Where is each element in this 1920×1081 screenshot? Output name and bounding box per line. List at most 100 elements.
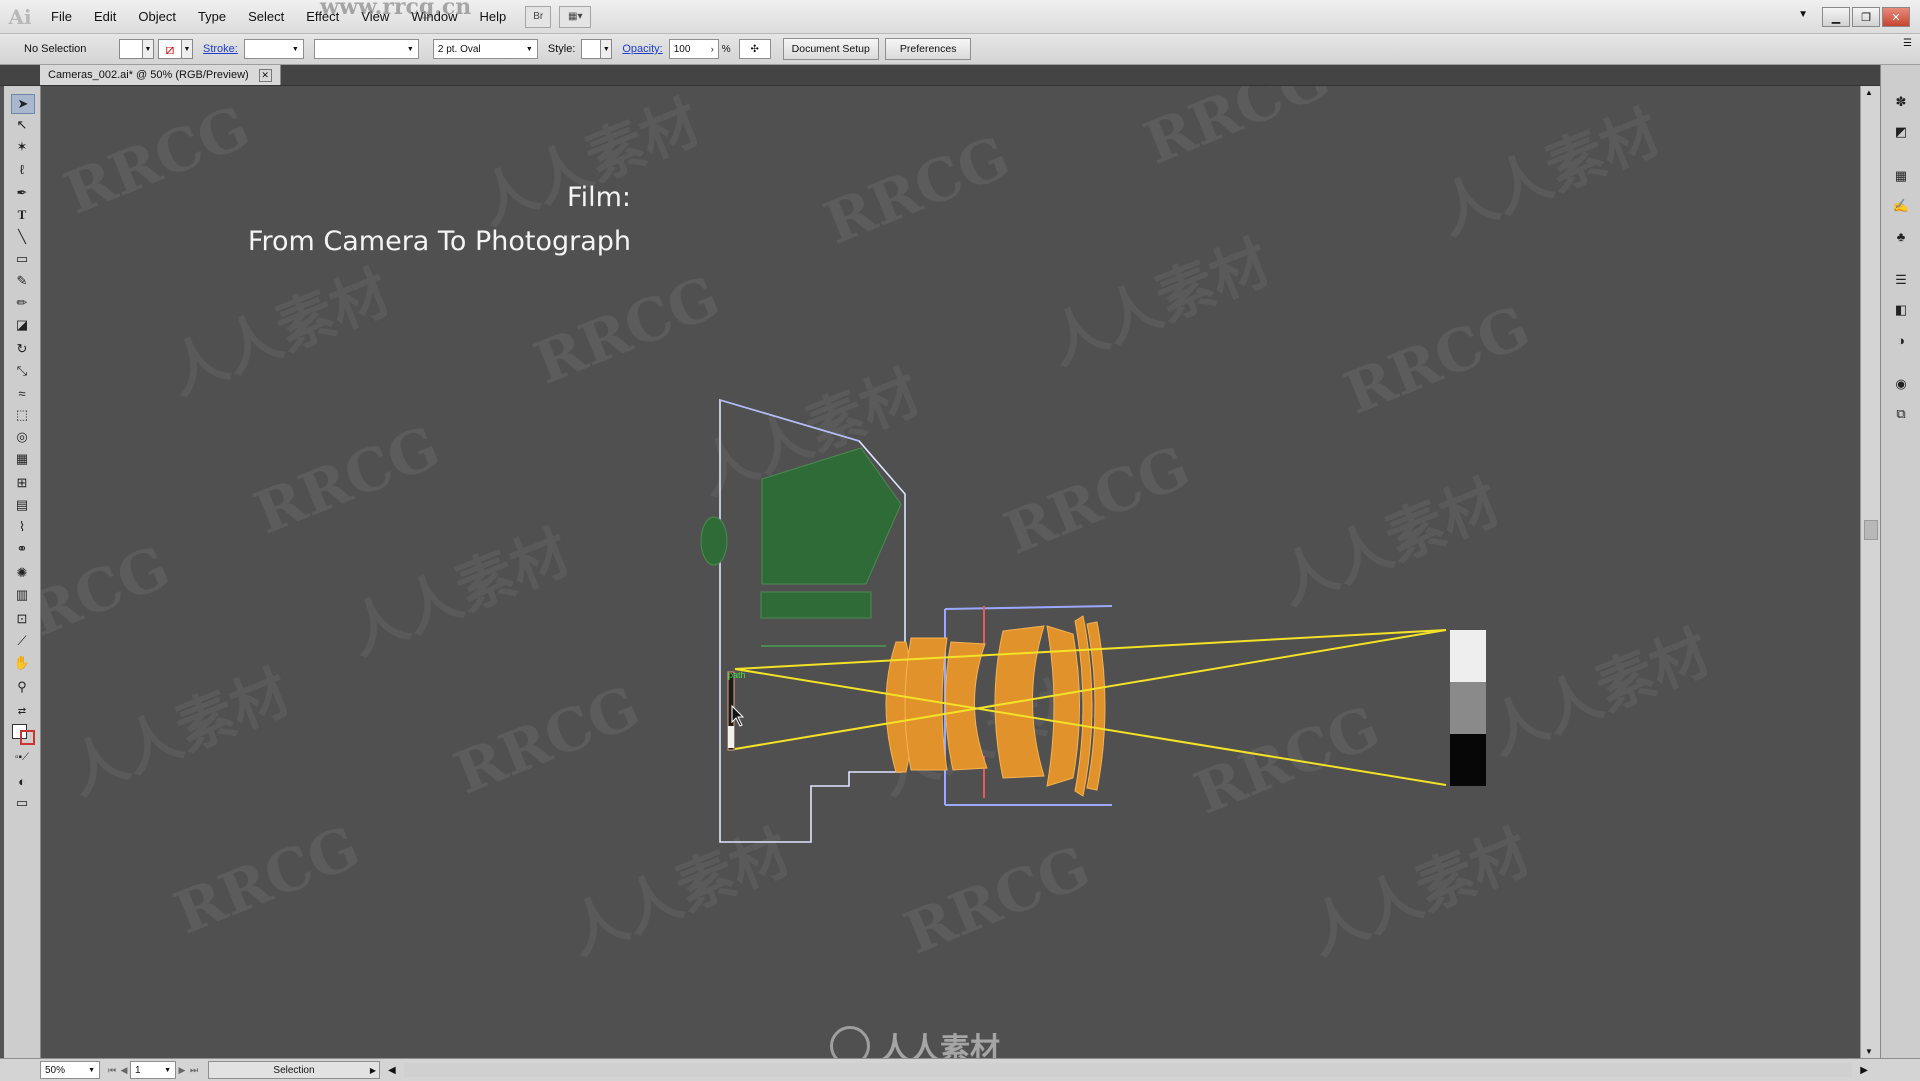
menu-select[interactable]: Select — [237, 9, 295, 24]
slice-tool-icon[interactable]: ⟋ — [11, 632, 33, 650]
workspace-dropdown-icon[interactable]: ▼ — [1798, 9, 1808, 27]
gradient-panel-icon[interactable]: ◧ — [1891, 301, 1911, 319]
fill-dropdown[interactable]: ▼ — [143, 39, 154, 59]
opacity-label[interactable]: Opacity: — [622, 43, 662, 55]
color-guide-icon[interactable]: ◩ — [1891, 123, 1911, 141]
artboard-canvas[interactable]: RRCG 人人素材 RRCG RRCG 人人素材 人人素材 RRCG 人人素材 … — [41, 86, 1879, 1058]
paintbrush-tool-icon[interactable]: ✎ — [11, 272, 33, 290]
status-tool-display[interactable]: Selection ▶ — [208, 1061, 380, 1079]
menu-type[interactable]: Type — [187, 9, 237, 24]
pen-tool-icon[interactable]: ✒ — [11, 184, 33, 202]
menu-help[interactable]: Help — [468, 9, 517, 24]
brush-definition[interactable]: 2 pt. Oval ▼ — [432, 39, 538, 59]
color-panel-icon[interactable]: ✽ — [1891, 93, 1911, 111]
stroke-panel-icon[interactable]: ☰ — [1891, 271, 1911, 289]
symbols-panel-icon[interactable]: ♣ — [1891, 227, 1911, 245]
hand-tool-icon[interactable]: ✋ — [11, 654, 33, 672]
preferences-button[interactable]: Preferences — [884, 38, 972, 60]
free-transform-tool-icon[interactable]: ⬚ — [11, 406, 33, 424]
style-swatch[interactable] — [581, 39, 602, 59]
selection-tool-icon[interactable]: ➤ — [11, 94, 35, 114]
zoom-level-field[interactable]: 50% ▼ — [40, 1061, 100, 1079]
minimize-button[interactable]: ▁ — [1822, 7, 1850, 27]
camera-diagram[interactable]: path — [41, 86, 1879, 1058]
recolor-icon: ✣ — [750, 43, 759, 55]
stroke-weight-field[interactable]: ▼ — [243, 39, 304, 59]
color-mode-icons[interactable]: ▫▪⟋ — [11, 748, 33, 766]
variable-width-profile[interactable]: ▼ — [313, 39, 419, 59]
vertical-scrollbar[interactable]: ▲ ▼ — [1860, 86, 1880, 1058]
opacity-field[interactable]: 100 › — [668, 39, 719, 59]
magic-wand-tool-icon[interactable]: ✶ — [11, 138, 33, 156]
symbol-sprayer-tool-icon[interactable]: ✺ — [11, 564, 33, 582]
artboard-number: 1 — [135, 1064, 141, 1076]
pencil-tool-icon[interactable]: ✏ — [11, 294, 33, 312]
fill-swatch[interactable] — [119, 39, 143, 59]
zoom-tool-icon[interactable]: ⚲ — [11, 678, 33, 696]
rotate-tool-icon[interactable]: ↻ — [11, 340, 33, 358]
style-label: Style: — [547, 43, 576, 55]
stroke-swatch[interactable]: ⧄ — [158, 39, 182, 59]
type-tool-icon[interactable]: T — [11, 206, 33, 224]
first-artboard-icon[interactable]: ⏮ — [106, 1065, 118, 1076]
transparency-panel-icon[interactable]: ◑ — [1891, 331, 1911, 349]
last-artboard-icon[interactable]: ⏭ — [188, 1065, 200, 1076]
warp-tool-icon[interactable]: ≈ — [11, 384, 33, 402]
arrange-documents-icon: ▦▾ — [568, 11, 583, 22]
menu-edit[interactable]: Edit — [83, 9, 127, 24]
layers-panel-icon[interactable]: ⧉ — [1891, 405, 1911, 423]
hscroll-right-icon[interactable]: ▶ — [1860, 1065, 1868, 1076]
scroll-up-icon[interactable]: ▲ — [1865, 88, 1873, 97]
direct-selection-tool-icon[interactable]: ↖ — [11, 116, 33, 134]
gradient-tool-icon[interactable]: ▤ — [11, 496, 33, 514]
menu-file[interactable]: File — [40, 9, 83, 24]
scale-tool-icon[interactable]: ⤡ — [11, 362, 33, 380]
minimize-icon: ▁ — [1831, 11, 1841, 24]
close-tab-icon[interactable]: ✕ — [258, 68, 272, 82]
horizontal-scrollbar[interactable] — [403, 1063, 1853, 1077]
eraser-tool-icon[interactable]: ◪ — [11, 316, 33, 334]
no-stroke-icon: ⧄ — [165, 40, 175, 57]
document-tab-bar: Cameras_002.ai* @ 50% (RGB/Preview) ✕ — [0, 65, 1920, 86]
draw-mode-icon[interactable]: ◐ — [11, 772, 33, 790]
line-tool-icon[interactable]: ╲ — [11, 228, 33, 246]
mesh-tool-icon[interactable]: ⊞ — [11, 474, 33, 492]
pentaprism — [761, 447, 902, 585]
scroll-thumb[interactable] — [1864, 520, 1878, 540]
stroke-label[interactable]: Stroke: — [203, 43, 238, 55]
hscroll-left-icon[interactable]: ◀ — [388, 1065, 396, 1076]
document-setup-button[interactable]: Document Setup — [782, 38, 879, 60]
column-graph-tool-icon[interactable]: ▥ — [11, 586, 33, 604]
arrange-documents-button[interactable]: ▦▾ — [559, 5, 592, 28]
swatches-panel-icon[interactable]: ▦ — [1891, 167, 1911, 185]
prev-artboard-icon[interactable]: ◀ — [118, 1065, 130, 1076]
appearance-panel-icon[interactable]: ◉ — [1891, 375, 1911, 393]
opacity-value: 100 — [673, 43, 691, 55]
artboard-number-field[interactable]: 1 ▼ — [130, 1061, 176, 1079]
perspective-grid-tool-icon[interactable]: ▦ — [11, 450, 33, 468]
artboard-tool-icon[interactable]: ⊡ — [11, 610, 33, 628]
brushes-panel-icon[interactable]: ✍ — [1891, 197, 1911, 215]
panel-dock: ✽ ◩ ▦ ✍ ♣ ☰ ◧ ◑ ◉ ⧉ — [1880, 65, 1920, 1064]
menu-object[interactable]: Object — [127, 9, 187, 24]
fill-stroke-swatches[interactable] — [11, 723, 35, 745]
restore-button[interactable]: ❐ — [1852, 7, 1880, 27]
panel-menu-icon[interactable]: ☰ — [1903, 38, 1912, 49]
screen-mode-icon[interactable]: ▭ — [11, 794, 33, 812]
close-button[interactable]: ✕ — [1882, 7, 1910, 27]
recolor-artwork-button[interactable]: ✣ — [738, 39, 771, 59]
shape-builder-tool-icon[interactable]: ◎ — [11, 428, 33, 446]
stroke-color-dropdown[interactable]: ▼ — [182, 39, 193, 59]
bridge-button[interactable]: Br — [525, 5, 552, 28]
document-tab[interactable]: Cameras_002.ai* @ 50% (RGB/Preview) ✕ — [40, 65, 281, 85]
rectangle-tool-icon[interactable]: ▭ — [11, 250, 33, 268]
style-dropdown[interactable]: ▼ — [601, 39, 613, 59]
eyedropper-tool-icon[interactable]: ⌇ — [11, 518, 33, 536]
swap-fill-stroke-icon[interactable]: ⇄ — [11, 702, 33, 720]
document-tab-title: Cameras_002.ai* @ 50% (RGB/Preview) — [48, 69, 249, 81]
next-artboard-icon[interactable]: ▶ — [176, 1065, 188, 1076]
scroll-down-icon[interactable]: ▼ — [1865, 1047, 1873, 1056]
opacity-unit: % — [721, 43, 731, 55]
blend-tool-icon[interactable]: ⚭ — [11, 540, 33, 558]
lasso-tool-icon[interactable]: ℓ — [11, 160, 33, 178]
